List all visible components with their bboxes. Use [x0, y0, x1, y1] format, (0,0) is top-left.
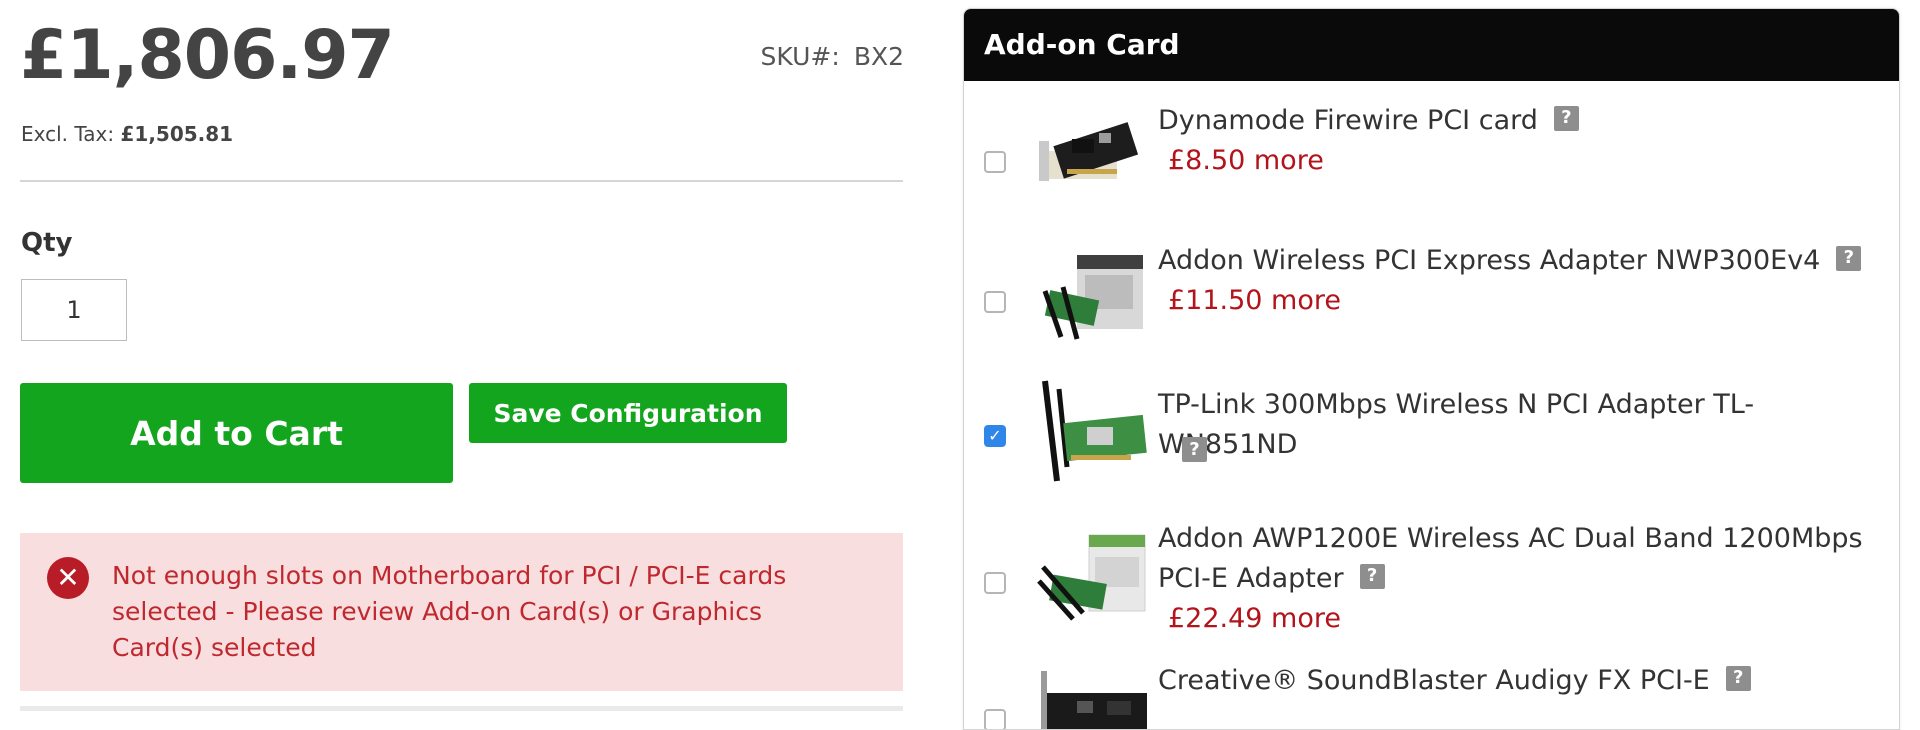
- wireless-adapter-box-image: [1042, 255, 1143, 340]
- addon-name: Addon AWP1200E Wireless AC Dual Band 120…: [1158, 519, 1878, 599]
- addon-name: Dynamode Firewire PCI card?: [1158, 101, 1878, 141]
- ac-adapter-box-image: [1037, 534, 1146, 621]
- addon-name-text: Dynamode Firewire PCI card: [1158, 105, 1538, 136]
- help-icon[interactable]: ?: [1182, 437, 1207, 462]
- addon-checkbox[interactable]: [984, 709, 1006, 729]
- addon-card-panel: Add-on Card Dynamode Firewire PCI card? …: [963, 8, 1900, 730]
- save-configuration-button[interactable]: Save Configuration: [469, 383, 787, 443]
- qty-label: Qty: [21, 228, 73, 258]
- addon-checkbox[interactable]: [984, 572, 1006, 594]
- sku: SKU#: BX2: [761, 42, 904, 71]
- firewire-card-image: [1039, 122, 1139, 181]
- addon-price: £22.49 more: [1168, 603, 1341, 634]
- product-price: £1,806.97: [20, 16, 395, 95]
- addon-price: £8.50 more: [1168, 145, 1324, 176]
- addon-name-text: Addon Wireless PCI Express Adapter NWP30…: [1158, 245, 1821, 276]
- excl-tax-value: £1,505.81: [120, 122, 234, 146]
- panel-title: Add-on Card: [964, 9, 1899, 81]
- help-icon[interactable]: ?: [1725, 665, 1751, 691]
- help-icon[interactable]: ?: [1836, 245, 1862, 271]
- quantity-input[interactable]: [21, 279, 127, 341]
- error-alert: ✕ Not enough slots on Motherboard for PC…: [20, 533, 903, 691]
- addon-name: TP-Link 300Mbps Wireless N PCI Adapter T…: [1158, 389, 1755, 460]
- add-to-cart-button[interactable]: Add to Cart: [20, 383, 453, 483]
- error-x-icon: ✕: [47, 557, 89, 599]
- tp-link-adapter-image: [1042, 380, 1147, 482]
- addon-name-text: Addon AWP1200E Wireless AC Dual Band 120…: [1158, 523, 1863, 594]
- help-icon[interactable]: ?: [1553, 105, 1579, 131]
- divider: [20, 180, 903, 182]
- addon-checkbox[interactable]: [984, 291, 1006, 313]
- addon-checkbox-checked[interactable]: ✓: [984, 425, 1006, 447]
- divider-bottom: [20, 706, 903, 711]
- excl-tax: Excl. Tax: £1,505.81: [21, 122, 233, 146]
- alert-message: Not enough slots on Motherboard for PCI …: [112, 561, 787, 662]
- excl-tax-label: Excl. Tax:: [21, 122, 115, 146]
- soundblaster-card-image: [1041, 671, 1147, 729]
- help-icon[interactable]: ?: [1359, 563, 1385, 589]
- addon-name-text: Creative® SoundBlaster Audigy FX PCI-E: [1158, 665, 1710, 696]
- addon-name: Addon Wireless PCI Express Adapter NWP30…: [1158, 241, 1878, 281]
- addon-checkbox[interactable]: [984, 151, 1006, 173]
- addon-name: Creative® SoundBlaster Audigy FX PCI-E?: [1158, 661, 1878, 701]
- sku-value: BX2: [853, 42, 904, 71]
- sku-label: SKU#:: [760, 42, 840, 71]
- addon-price: £11.50 more: [1168, 285, 1341, 316]
